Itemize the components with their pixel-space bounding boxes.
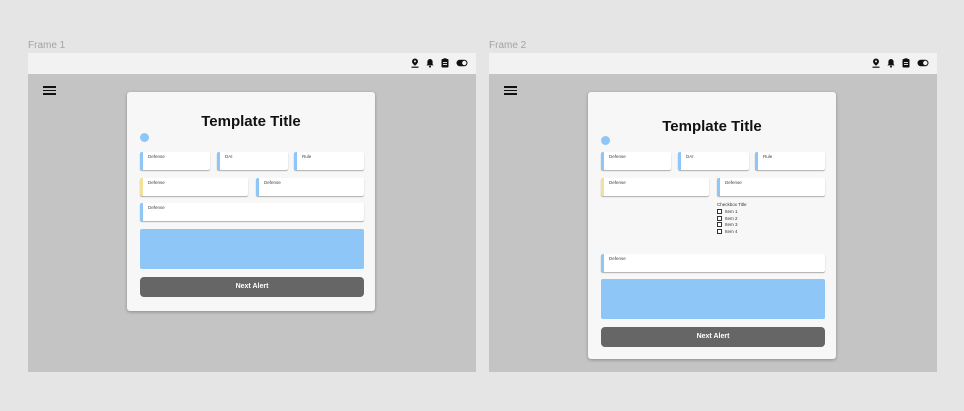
dai-field[interactable]: DAI [678, 152, 749, 170]
field-label: Defense [148, 154, 165, 159]
checkbox-label: Item 4 [725, 228, 738, 234]
defense-field[interactable]: Defense [140, 152, 210, 170]
clipboard-icon[interactable] [902, 58, 910, 68]
field-label: Defense [264, 180, 281, 185]
hamburger-menu-icon[interactable] [504, 86, 517, 95]
dai-field[interactable]: DAI [217, 152, 288, 170]
checkbox-group: Checkbox Title Item 1 Item 2 Item 3 Item… [717, 202, 747, 235]
next-alert-button[interactable]: Next Alert [140, 277, 364, 297]
top-bar-icons [411, 58, 468, 68]
status-dot [140, 133, 149, 142]
next-alert-button[interactable]: Next Alert [601, 327, 825, 347]
field-label: Defense [609, 154, 626, 159]
top-bar-icons [872, 58, 929, 68]
field-label: Rule [302, 154, 312, 159]
defense-field[interactable]: Defense [601, 254, 825, 272]
bell-icon[interactable] [887, 58, 895, 68]
template-title: Template Title [662, 118, 762, 135]
checkbox[interactable] [717, 222, 722, 228]
hamburger-menu-icon[interactable] [43, 86, 56, 95]
checkbox[interactable] [717, 209, 722, 215]
field-label: Defense [148, 205, 165, 210]
toggle-icon[interactable] [917, 59, 929, 67]
checkbox-item[interactable]: Item 4 [717, 228, 747, 235]
field-label: Defense [148, 180, 165, 185]
checkbox-label: Item 2 [725, 215, 738, 221]
map-pin-icon[interactable] [411, 58, 419, 68]
defense-field[interactable]: Defense [601, 152, 671, 170]
field-label: Defense [609, 256, 626, 261]
template-title: Template Title [201, 113, 301, 130]
field-label: Defense [725, 180, 742, 185]
defense-field[interactable]: Defense [140, 178, 248, 196]
clipboard-icon[interactable] [441, 58, 449, 68]
defense-field[interactable]: Defense [717, 178, 825, 196]
bell-icon[interactable] [426, 58, 434, 68]
defense-field[interactable]: Defense [140, 203, 364, 221]
frame-2-label: Frame 2 [489, 40, 527, 51]
frame-1-label: Frame 1 [28, 40, 66, 51]
checkbox[interactable] [717, 228, 722, 234]
top-bar [28, 53, 476, 74]
checkbox-title: Checkbox Title [717, 202, 747, 207]
checkbox-label: Item 1 [725, 209, 738, 215]
field-label: DAI [686, 154, 694, 159]
template-card: Template Title Defense DAI Rule Defense … [127, 92, 375, 311]
checkbox-label: Item 3 [725, 222, 738, 228]
field-label: Defense [609, 180, 626, 185]
field-label: Rule [763, 154, 773, 159]
top-bar [489, 53, 937, 74]
status-dot [601, 136, 610, 145]
content-area [140, 229, 364, 269]
defense-field[interactable]: Defense [601, 178, 709, 196]
frame-1: Template Title Defense DAI Rule Defense … [28, 53, 476, 372]
field-label: DAI [225, 154, 233, 159]
template-card: Template Title Defense DAI Rule Defense … [588, 92, 836, 359]
defense-field[interactable]: Defense [256, 178, 364, 196]
map-pin-icon[interactable] [872, 58, 880, 68]
frame-2: Template Title Defense DAI Rule Defense … [489, 53, 937, 372]
toggle-icon[interactable] [456, 59, 468, 67]
content-area [601, 279, 825, 319]
rule-field[interactable]: Rule [755, 152, 825, 170]
rule-field[interactable]: Rule [294, 152, 364, 170]
checkbox[interactable] [717, 215, 722, 221]
